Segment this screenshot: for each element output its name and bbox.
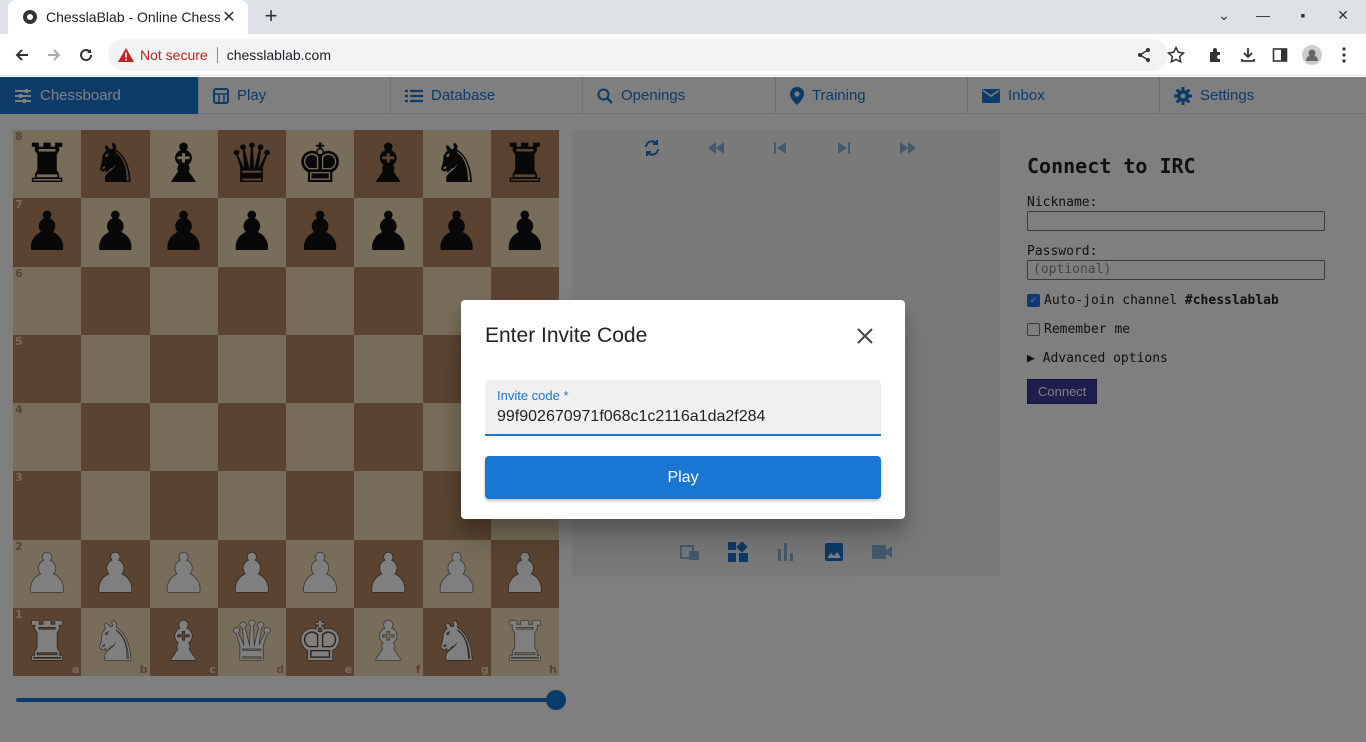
extensions-icon[interactable] [1205, 44, 1227, 66]
tab-title: ChesslaBlab - Online Chess [46, 9, 220, 25]
reload-icon[interactable] [75, 44, 97, 66]
dialog-title: Enter Invite Code [485, 324, 648, 347]
browser-tabstrip: ChesslaBlab - Online Chess ✕ + ⌄ — ▪ ✕ [0, 0, 1366, 34]
invite-code-label: Invite code * [497, 388, 569, 403]
invite-code-input[interactable]: 99f902670971f068c1c2116a1da2f284 [497, 408, 765, 426]
profile-avatar-icon[interactable] [1301, 44, 1323, 66]
window-close-icon[interactable]: ✕ [1333, 7, 1353, 24]
invite-code-field[interactable]: Invite code * 99f902670971f068c1c2116a1d… [485, 380, 881, 436]
share-icon[interactable] [1133, 44, 1155, 66]
chrome-favicon-icon [23, 10, 37, 24]
close-icon[interactable] [855, 326, 875, 346]
invite-code-dialog: Enter Invite Code Invite code * 99f90267… [461, 300, 905, 519]
browser-toolbar: Not secure chesslablab.com [0, 34, 1366, 76]
warning-icon [118, 48, 134, 62]
security-label[interactable]: Not secure [140, 47, 208, 63]
new-tab-icon[interactable]: + [260, 5, 282, 27]
tab-close-icon[interactable]: ✕ [220, 7, 238, 27]
bookmark-star-icon[interactable] [1165, 44, 1187, 66]
download-icon[interactable] [1237, 44, 1259, 66]
browser-menu-icon[interactable] [1333, 44, 1355, 66]
omnibox-divider [216, 47, 218, 63]
url-text[interactable]: chesslablab.com [227, 47, 331, 63]
browser-tab[interactable]: ChesslaBlab - Online Chess ✕ [8, 0, 248, 34]
play-button[interactable]: Play [485, 456, 881, 499]
tab-search-icon[interactable]: ⌄ [1214, 7, 1234, 24]
address-bar[interactable]: Not secure chesslablab.com [108, 39, 1168, 71]
minimize-icon[interactable]: — [1253, 7, 1273, 23]
back-icon[interactable] [11, 44, 33, 66]
maximize-icon[interactable]: ▪ [1293, 7, 1313, 23]
forward-icon[interactable] [43, 44, 65, 66]
side-panel-icon[interactable] [1269, 44, 1291, 66]
